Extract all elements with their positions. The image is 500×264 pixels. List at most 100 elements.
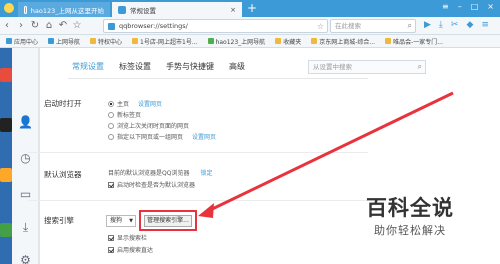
home-icon[interactable]: ⌂ <box>42 20 56 31</box>
startup-label: 启动时打开 <box>44 99 82 108</box>
radio-icon[interactable] <box>108 122 114 129</box>
default-browser-label: 默认浏览器 <box>44 170 82 179</box>
startup-option-restore[interactable]: 浏览上次关闭时页面的网页 <box>108 121 189 130</box>
desktop-app-icon <box>0 223 12 237</box>
radio-icon[interactable] <box>108 111 114 118</box>
tab-title: hao123_上网从这里开始 <box>30 6 104 15</box>
search-input[interactable]: 在此搜索 ⌕ <box>330 19 416 33</box>
bookmark-item[interactable]: 特权中心 <box>90 37 122 46</box>
url-text: qqbrowser://settings/ <box>119 22 188 30</box>
highlight-box <box>139 210 197 231</box>
bookmark-icon <box>207 38 214 44</box>
favorites-icon[interactable]: ☆ <box>70 20 84 31</box>
user-icon[interactable]: 👤 <box>18 114 33 129</box>
download-icon[interactable]: ⤓ <box>439 20 443 30</box>
title-bar: hao123_上网从这里开始 常规设置 × + ≡ – □ × <box>0 0 500 17</box>
search-placeholder: 在此搜索 <box>335 22 361 30</box>
watermark-subtitle: 助你轻松解决 <box>374 224 446 237</box>
section-divider <box>28 152 368 153</box>
skin-icon[interactable] <box>4 3 14 13</box>
desktop-background <box>0 48 12 264</box>
startup-option-newtab[interactable]: 新标签页 <box>108 110 141 119</box>
default-browser-status: 目前的默认浏览器是QQ浏览器 锁定 <box>108 168 213 177</box>
startup-option-homepage[interactable]: 主页 设置网页 <box>108 99 162 108</box>
undo-icon[interactable]: ↶ <box>56 20 70 31</box>
settings-sidebar: 👤 ◷ ▭ ⤓ ⚙ <box>12 48 39 264</box>
tab-favicon-icon <box>24 5 27 14</box>
toolbar-icons: ▶ ⤓ ✂ ◆ ≡ <box>424 20 489 30</box>
desktop-app-icon <box>0 68 12 82</box>
address-bar[interactable]: qqbrowser://settings/ ☆ <box>103 19 328 33</box>
tab-general[interactable]: 常规设置 <box>72 61 104 72</box>
search-icon[interactable]: ⌕ <box>408 20 412 32</box>
extension-icon[interactable]: ◆ <box>466 20 473 30</box>
bookmark-manager-icon[interactable]: ▭ <box>18 186 33 201</box>
window-controls: ≡ – □ × <box>442 2 494 11</box>
checkbox-icon[interactable] <box>108 234 114 241</box>
bookmark-item[interactable]: 1号店-网上超市1号... <box>132 37 198 46</box>
cut-icon[interactable]: ✂ <box>451 20 459 30</box>
radio-icon[interactable] <box>108 100 114 107</box>
radio-icon[interactable] <box>108 133 114 140</box>
chevron-down-icon: ▼ <box>129 218 133 224</box>
tab-title: 常规设置 <box>130 6 156 15</box>
bookmark-star-icon[interactable]: ☆ <box>317 22 324 31</box>
close-tab-icon[interactable]: × <box>230 6 236 14</box>
new-tab-icon[interactable]: + <box>247 2 257 15</box>
search-icon[interactable]: ⌕ <box>418 61 422 73</box>
bookmark-icon <box>48 38 55 44</box>
search-engine-label: 搜索引擎 <box>44 216 74 225</box>
bookmark-icon <box>311 38 318 44</box>
search-engine-select[interactable]: 搜狗 ▼ <box>106 215 136 227</box>
settings-search-input[interactable]: 从设置中搜索 ⌕ <box>308 60 426 74</box>
checkbox-icon[interactable] <box>108 181 114 188</box>
bookmark-icon <box>385 38 392 44</box>
back-icon[interactable]: ‹ <box>0 20 14 31</box>
bookmark-icon <box>6 38 12 44</box>
more-icon[interactable]: ≡ <box>481 20 489 30</box>
tab-hao123[interactable]: hao123_上网从这里开始 <box>18 2 110 17</box>
tab-favicon-icon <box>118 5 126 14</box>
bookmark-item[interactable]: 唯品会-一家专门... <box>385 37 443 46</box>
folder-icon <box>275 38 282 44</box>
qq-icon <box>0 118 12 132</box>
show-search-bar-option[interactable]: 显示搜索栏 <box>108 233 147 242</box>
close-window-icon[interactable]: × <box>487 2 494 11</box>
maximize-icon[interactable]: □ <box>471 2 479 11</box>
watermark: 百科全说 助你轻松解决 <box>366 192 500 264</box>
bookmark-item[interactable]: 应用中心 <box>6 37 38 46</box>
watermark-title: 百科全说 <box>366 196 454 220</box>
bookmark-item[interactable]: 京东网上商城-综合... <box>311 37 375 46</box>
section-divider <box>28 200 368 201</box>
play-icon[interactable]: ▶ <box>424 20 431 30</box>
minimize-icon[interactable]: – <box>458 2 462 11</box>
tab-tabs[interactable]: 标签设置 <box>119 61 151 72</box>
bookmark-icon <box>90 38 97 44</box>
bookmarks-bar: 应用中心 上网导航 特权中心 1号店-网上超市1号... hao123_上网导航… <box>0 35 500 48</box>
bookmark-item[interactable]: 上网导航 <box>48 37 80 46</box>
tab-gestures[interactable]: 手势与快捷键 <box>166 61 214 72</box>
tabs-divider <box>68 78 368 79</box>
settings-tabs: 常规设置 标签设置 手势与快捷键 高级 <box>72 61 245 72</box>
startup-option-specific[interactable]: 指定以下网页或一组网页 设置网页 <box>108 132 216 141</box>
set-homepage-link[interactable]: 设置网页 <box>138 99 162 108</box>
bookmark-icon <box>132 38 139 44</box>
bookmark-item[interactable]: 收藏夹 <box>275 37 301 46</box>
settings-gear-icon[interactable]: ⚙ <box>18 252 33 264</box>
settings-search-placeholder: 从设置中搜索 <box>313 63 352 71</box>
page-icon <box>108 22 115 30</box>
checkbox-icon[interactable] <box>108 246 114 253</box>
forward-icon[interactable]: › <box>14 20 28 31</box>
download-manager-icon[interactable]: ⤓ <box>18 220 33 235</box>
bookmark-item[interactable]: hao123_上网导航 <box>207 37 265 46</box>
tab-advanced[interactable]: 高级 <box>229 61 245 72</box>
set-pages-link[interactable]: 设置网页 <box>192 132 216 141</box>
check-default-option[interactable]: 启动时检查是否为默认浏览器 <box>108 180 195 189</box>
search-direct-option[interactable]: 启用搜索直达 <box>108 245 153 254</box>
lock-link[interactable]: 锁定 <box>200 168 212 177</box>
tab-settings[interactable]: 常规设置 × <box>112 2 242 17</box>
refresh-icon[interactable]: ↻ <box>28 20 42 31</box>
menu-icon[interactable]: ≡ <box>442 2 449 11</box>
toolbar: ‹ › ↻ ⌂ ↶ ☆ qqbrowser://settings/ ☆ 在此搜索… <box>0 17 500 35</box>
desktop-app-icon <box>0 168 12 182</box>
